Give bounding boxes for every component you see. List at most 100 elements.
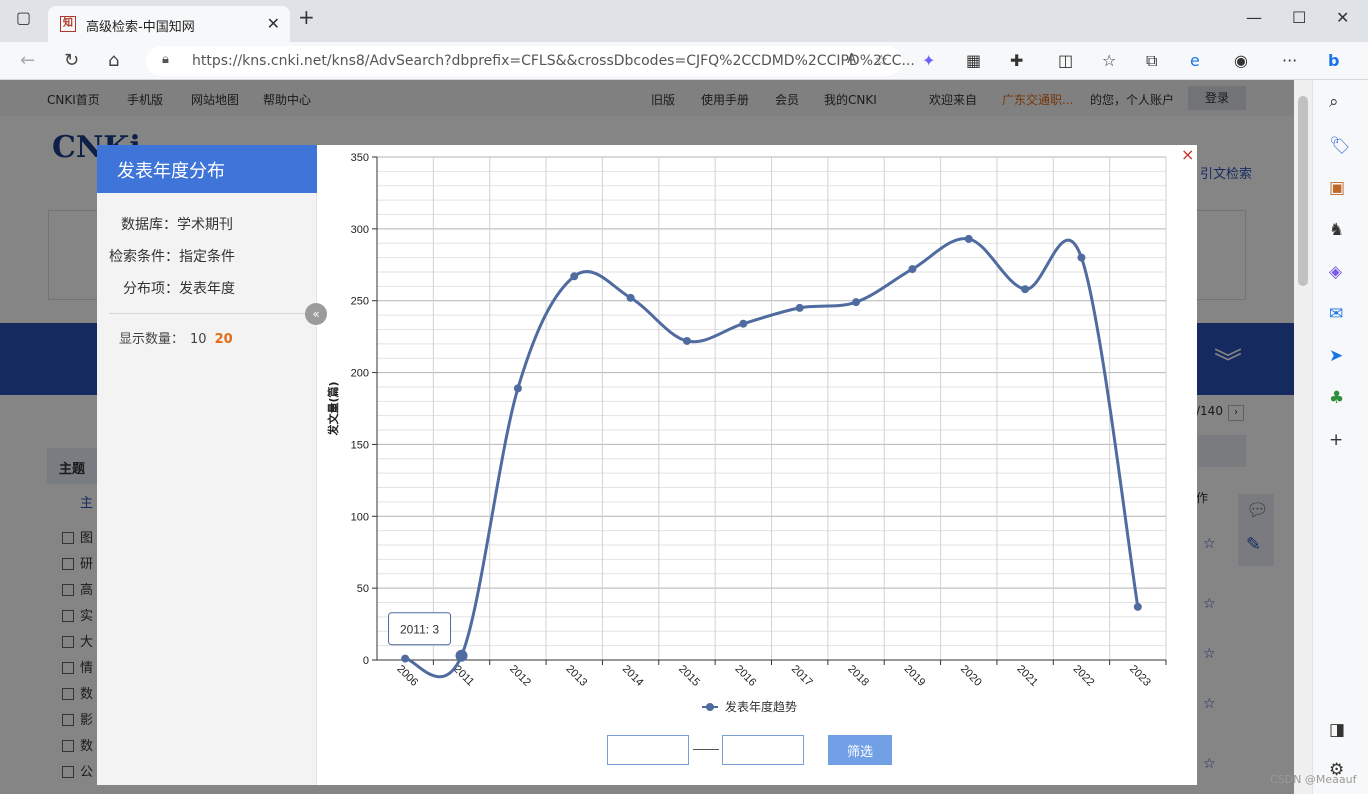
outlook-icon[interactable]: ✉ [1329, 304, 1343, 324]
x-tick-label: 2014 [620, 663, 646, 689]
legend-label: 发表年度趋势 [725, 699, 797, 714]
refresh-icon[interactable]: ↻ [64, 50, 79, 71]
year-to-input[interactable] [722, 735, 804, 765]
x-tick-label: 2017 [789, 663, 815, 689]
database-value: 学术期刊 [177, 217, 233, 233]
browser-tab[interactable]: 知 高级检索-中国知网 ✕ [48, 6, 290, 42]
y-tick-label: 300 [351, 224, 369, 236]
year-distribution-dialog: 发表年度分布 数据库：学术期刊 检索条件：指定条件 分布项：发表年度 显示数量：… [97, 145, 1197, 785]
sidebar-panel-icon[interactable]: ◨ [1329, 720, 1345, 740]
home-icon[interactable]: ⌂ [108, 50, 119, 71]
add-sidebar-app-icon[interactable]: + [1329, 430, 1343, 450]
y-tick-label: 0 [363, 655, 369, 667]
watermark: CSDN @Meaauf [1270, 773, 1357, 786]
x-tick-label: 2021 [1014, 663, 1040, 689]
y-axis-label: 发文量(篇) [326, 381, 340, 436]
tab-close-icon[interactable]: ✕ [267, 14, 280, 33]
data-point [908, 265, 917, 274]
y-tick-label: 200 [351, 368, 369, 380]
data-point [1021, 285, 1030, 294]
count-option-10[interactable]: 10 [190, 332, 207, 347]
count-option-20[interactable]: 20 [215, 332, 233, 347]
distribution-label: 分布项： [123, 281, 179, 297]
browser-tabbar: ▢ 知 高级检索-中国知网 ✕ + — ☐ ✕ [0, 0, 1368, 42]
range-dash [693, 749, 719, 750]
x-tick-label: 2015 [676, 663, 702, 689]
maximize-icon[interactable]: ☐ [1292, 8, 1306, 27]
office-icon[interactable]: ◈ [1329, 262, 1342, 282]
cnki-favicon-icon: 知 [60, 16, 76, 32]
collections-icon[interactable]: ▦ [966, 51, 981, 70]
year-from-input[interactable] [607, 735, 689, 765]
y-tick-label: 250 [351, 296, 369, 308]
display-count-label: 显示数量： [119, 332, 185, 347]
data-point [964, 234, 973, 243]
data-point [626, 293, 635, 302]
edge-icon[interactable]: e [1190, 51, 1200, 70]
condition-label: 检索条件： [109, 249, 179, 265]
x-tick-label: 2019 [902, 663, 928, 689]
y-tick-label: 100 [351, 511, 369, 523]
extension-icon[interactable]: ✦ [922, 51, 935, 70]
data-point [739, 319, 748, 328]
dialog-title: 发表年度分布 [97, 145, 317, 193]
x-tick-label: 2016 [733, 663, 759, 689]
database-label: 数据库： [121, 217, 177, 233]
year-trend-chart: 050100150200250300350发文量(篇)2006 2011 2012 2… [326, 152, 1167, 714]
divider [109, 313, 305, 314]
data-point [513, 384, 522, 393]
display-count-row: 显示数量： 10 20 [119, 328, 233, 347]
games-icon[interactable]: ♞ [1329, 220, 1344, 240]
read-aloud-icon[interactable]: A [847, 52, 856, 67]
tab-actions-icon[interactable]: ▢ [16, 8, 31, 27]
search-icon[interactable]: ⌕ [1329, 92, 1339, 112]
x-tick-label: 2018 [845, 663, 871, 689]
legend-marker [706, 703, 714, 711]
minimize-icon[interactable]: — [1246, 8, 1262, 27]
tools-briefcase-icon[interactable]: ▣ [1329, 178, 1345, 198]
data-point [455, 649, 468, 662]
collections-add-icon[interactable]: ⧉ [1146, 51, 1157, 71]
data-point [795, 303, 804, 312]
y-tick-label: 50 [357, 583, 369, 595]
distribution-value: 发表年度 [179, 281, 235, 297]
extensions-icon[interactable]: ✚ [1010, 51, 1023, 70]
x-tick-label: 2013 [563, 663, 589, 689]
filter-button[interactable]: 筛选 [828, 735, 892, 765]
y-tick-label: 350 [351, 152, 369, 164]
back-icon[interactable]: ← [20, 50, 35, 71]
split-screen-icon[interactable]: ◫ [1058, 51, 1073, 70]
address-bar: ← ↻ ⌂ 🔒︎ https://kns.cnki.net/kns8/AdvSe… [0, 42, 1368, 80]
dialog-left-panel: 发表年度分布 数据库：学术期刊 检索条件：指定条件 分布项：发表年度 显示数量：… [97, 145, 317, 785]
x-tick-label: 2012 [507, 663, 533, 689]
lock-icon: 🔒︎ [162, 52, 169, 67]
shopping-tag-icon[interactable]: 🏷︎ [1329, 136, 1351, 156]
data-point [852, 298, 861, 307]
profile-avatar-icon[interactable]: ◉ [1234, 51, 1248, 70]
x-tick-label: 2023 [1127, 663, 1153, 689]
tab-title: 高级检索-中国知网 [86, 20, 195, 35]
add-favorite-icon[interactable]: ☆ [875, 51, 888, 69]
favorites-icon[interactable]: ☆ [1102, 51, 1116, 70]
data-point [401, 654, 410, 663]
condition-row: 检索条件：指定条件 [109, 246, 235, 266]
data-point [682, 336, 691, 345]
scrollbar-thumb[interactable] [1298, 96, 1308, 286]
send-icon[interactable]: ➤ [1329, 346, 1343, 366]
edge-sidebar: ⌕ 🏷︎ ▣ ♞ ◈ ✉ ➤ ♣ + ◨ ⚙ [1312, 80, 1368, 794]
tree-icon[interactable]: ♣ [1329, 388, 1344, 408]
url-text: https://kns.cnki.net/kns8/AdvSearch?dbpr… [192, 53, 915, 69]
x-tick-label: 2022 [1071, 663, 1097, 689]
bing-chat-icon[interactable]: b [1328, 51, 1339, 70]
more-menu-icon[interactable]: ··· [1282, 51, 1297, 70]
x-tick-label: 2020 [958, 663, 984, 689]
data-point [1133, 602, 1142, 611]
window-close-icon[interactable]: ✕ [1336, 8, 1349, 27]
page-scrollbar[interactable] [1294, 80, 1312, 794]
data-point [1077, 253, 1086, 262]
url-field[interactable]: 🔒︎ https://kns.cnki.net/kns8/AdvSearch?d… [146, 46, 915, 76]
y-tick-label: 150 [351, 439, 369, 451]
tooltip-text: 2011: 3 [400, 623, 439, 637]
database-row: 数据库：学术期刊 [121, 214, 233, 234]
new-tab-icon[interactable]: + [298, 5, 315, 29]
